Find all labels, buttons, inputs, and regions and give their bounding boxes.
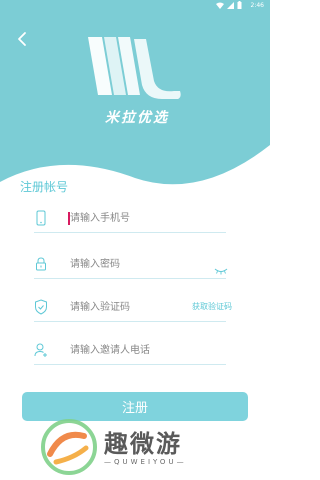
get-code-link[interactable]: 获取验证码 <box>192 301 232 312</box>
watermark-logo-icon <box>40 418 98 480</box>
brand-name: 米拉优选 <box>105 110 169 126</box>
signal-icon <box>227 1 234 11</box>
watermark: 趣微游 —QUWEIYOU— <box>40 418 240 478</box>
phone-input[interactable] <box>70 206 226 230</box>
back-button[interactable] <box>14 30 32 48</box>
status-bar: 2:46 <box>0 0 270 12</box>
code-input[interactable] <box>70 295 176 319</box>
phone-field <box>34 206 226 233</box>
watermark-text: 趣微游 <box>104 430 182 458</box>
code-field: 获取验证码 <box>34 295 232 322</box>
status-time: 2:46 <box>250 2 264 9</box>
toggle-visibility-icon[interactable] <box>214 260 228 275</box>
watermark-subtext: —QUWEIYOU— <box>104 458 187 466</box>
add-user-icon <box>34 342 48 358</box>
password-input[interactable] <box>70 252 226 276</box>
phone-icon <box>34 210 48 226</box>
invite-field <box>34 338 226 365</box>
shield-icon <box>34 299 48 315</box>
back-arrow-icon <box>14 32 32 52</box>
password-field <box>34 252 228 279</box>
battery-icon <box>237 1 242 11</box>
lock-icon <box>34 256 48 272</box>
app-logo <box>82 33 186 103</box>
status-icons <box>216 1 242 11</box>
register-button[interactable]: 注册 <box>22 392 248 421</box>
section-title: 注册帐号 <box>20 180 69 194</box>
wifi-icon <box>216 2 224 11</box>
invite-input[interactable] <box>70 338 226 362</box>
